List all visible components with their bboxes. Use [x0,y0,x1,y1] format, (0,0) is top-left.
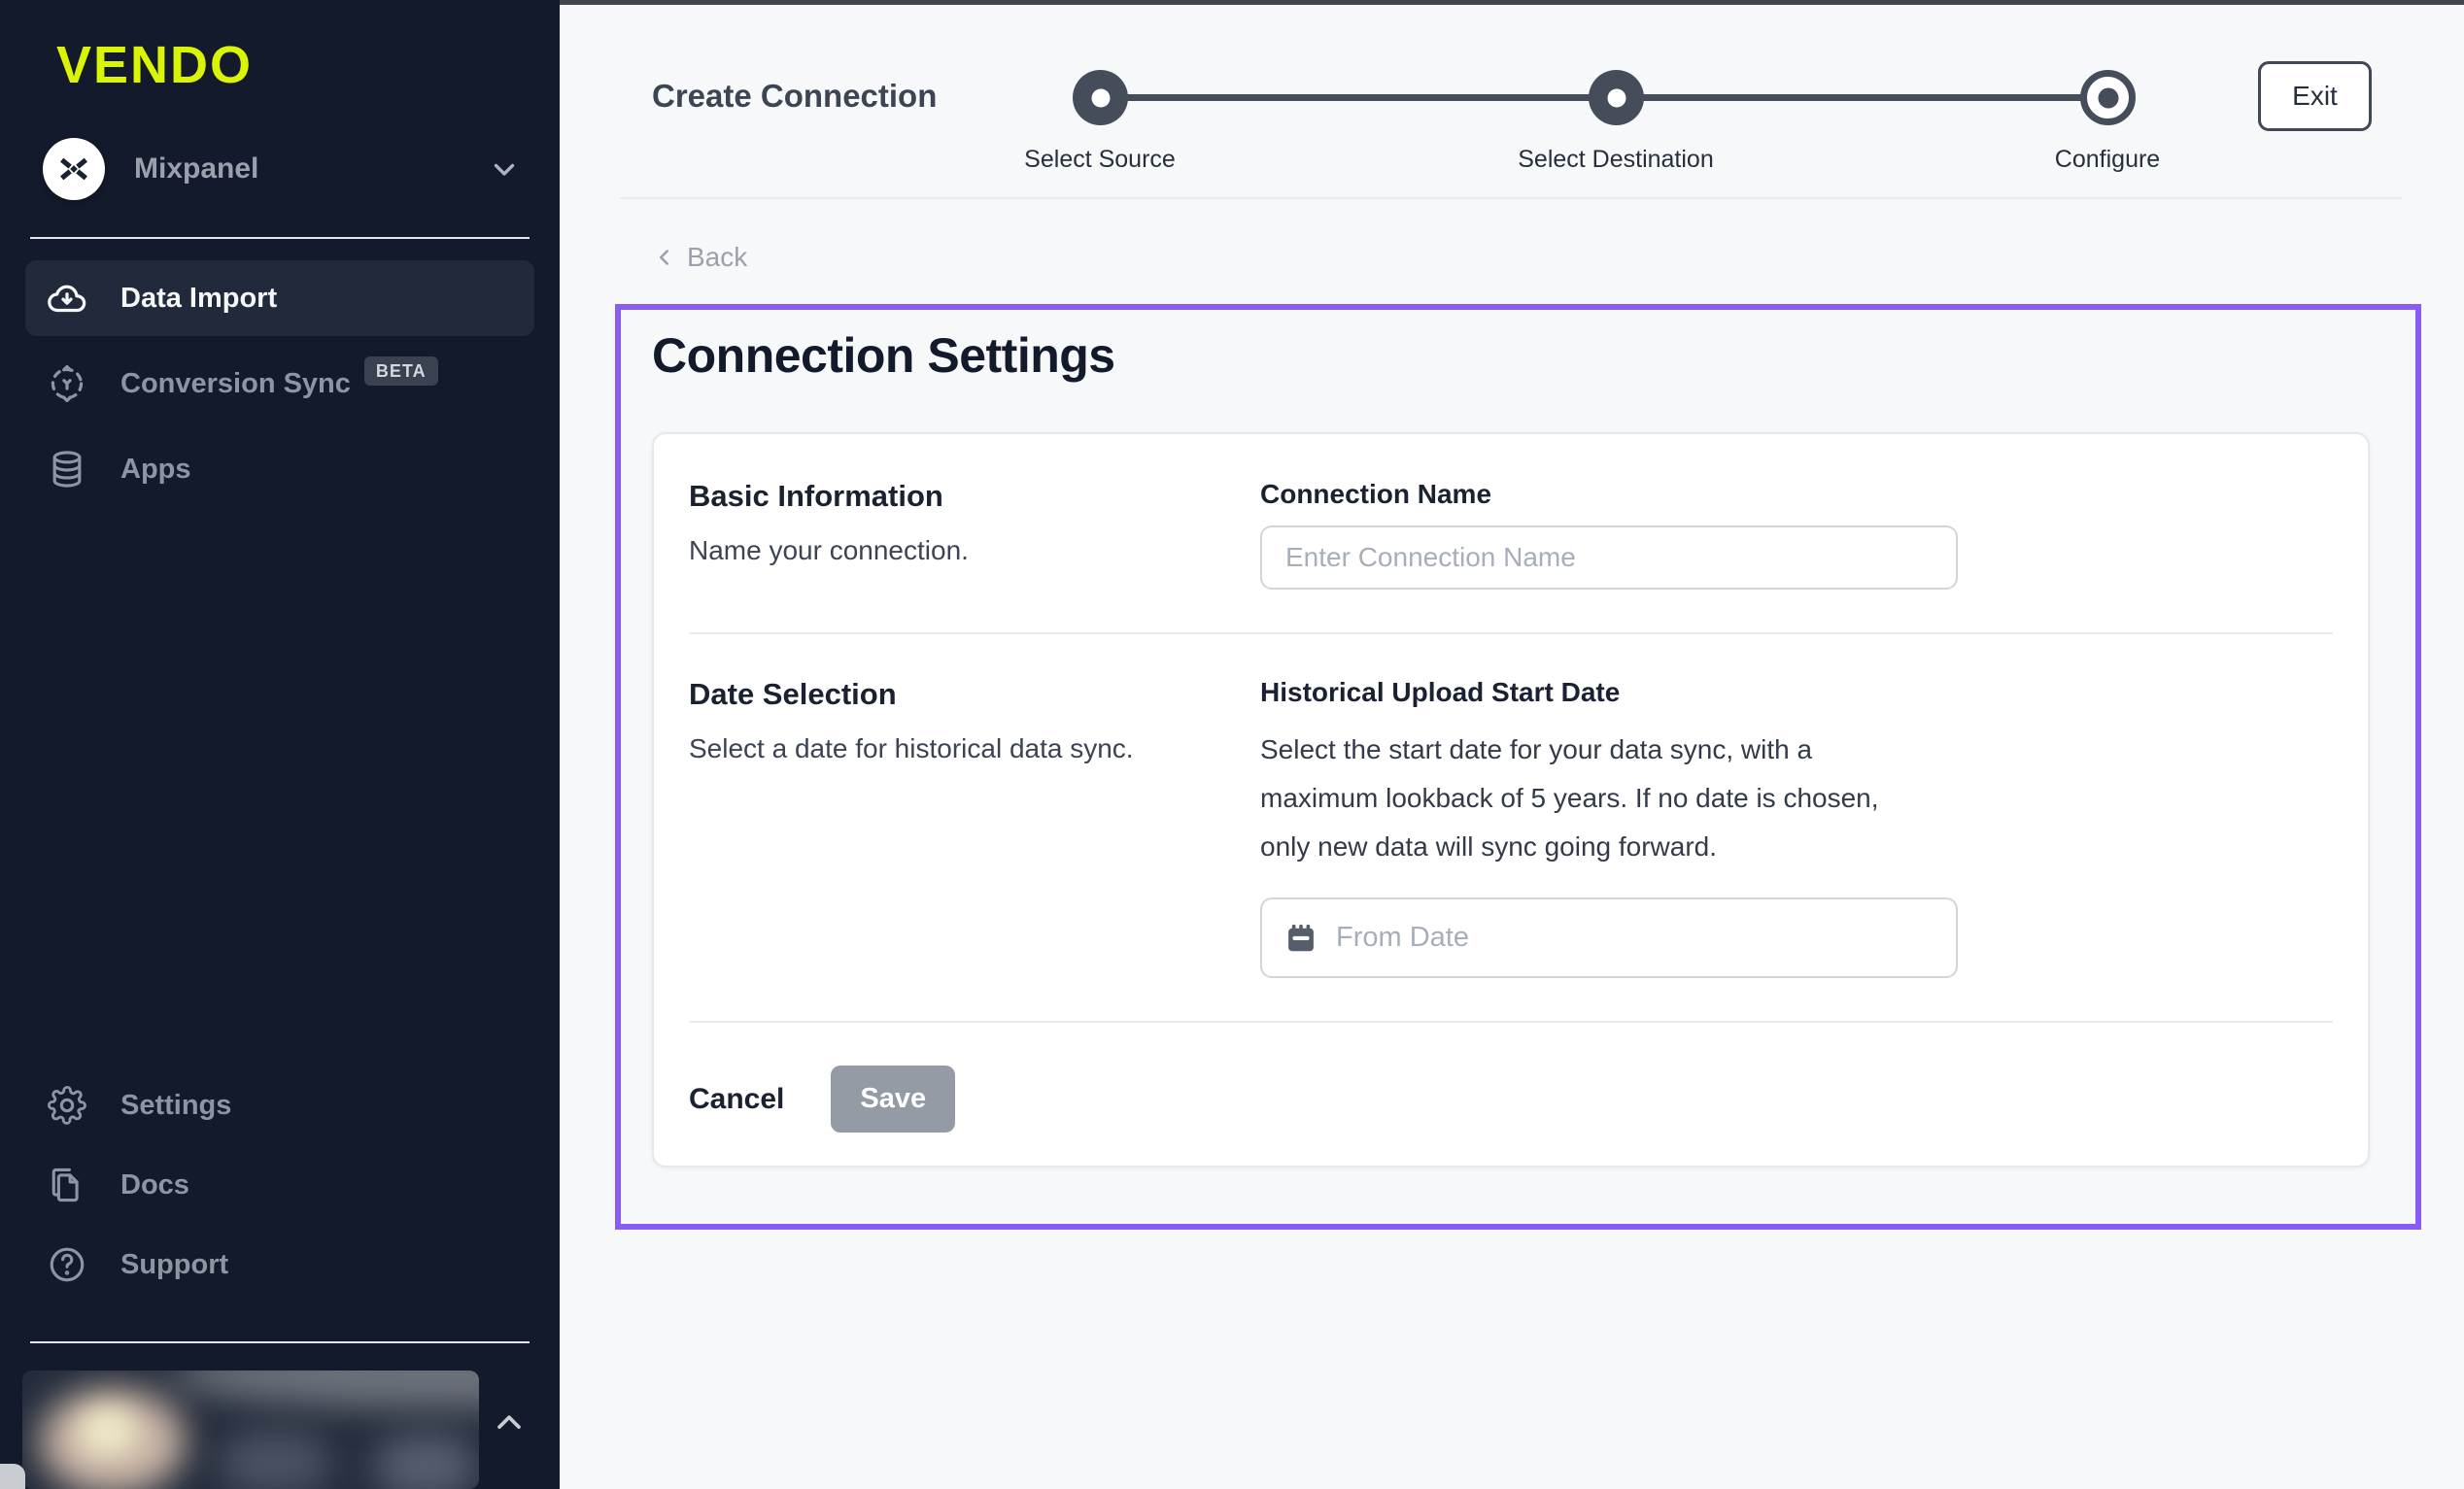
step-label-select-destination: Select Destination [1518,146,1714,174]
from-date-field[interactable] [1260,897,1958,978]
documents-icon [45,1163,89,1207]
create-connection-header: Create Connection Select Source Select D… [560,5,2464,199]
mixpanel-logo-icon [43,138,105,200]
sidebar-spacer [0,507,560,1067]
gear-icon [45,1083,89,1128]
sidebar-item-data-import[interactable]: Data Import [25,260,534,336]
sidebar-footer-nav: Settings Docs [25,1067,534,1303]
start-date-label: Historical Upload Start Date [1260,677,2333,708]
stepper-line-2 [1616,94,2107,101]
chevron-down-icon [488,152,521,186]
vendo-logo: VENDO [56,35,560,95]
user-profile-blurred[interactable] [22,1371,479,1489]
blur-blob [217,1429,333,1489]
exit-button[interactable]: Exit [2258,61,2372,131]
sidebar-item-label: Settings [120,1090,231,1122]
settings-card: Basic Information Name your connection. … [652,432,2370,1168]
calendar-icon [1283,921,1318,956]
cancel-button[interactable]: Cancel [689,1083,784,1116]
main-content: Create Connection Select Source Select D… [560,0,2464,1489]
section-right: Historical Upload Start Date Select the … [1260,677,2333,978]
workspace-switcher[interactable]: Mixpanel [43,138,521,200]
section-heading: Date Selection [689,677,1260,712]
sidebar-nav: Data Import Conversion Sync BETA [25,260,534,507]
stepper-line-1 [1100,94,1616,101]
step-dot-configure[interactable] [2080,70,2136,125]
sidebar-item-label: Support [120,1249,228,1281]
sidebar: VENDO Mixpanel [0,0,560,1489]
section-left: Date Selection Select a date for histori… [689,677,1260,978]
step-label-configure: Configure [2055,146,2160,174]
beta-badge: BETA [364,356,438,386]
sidebar-divider-top [30,237,530,239]
chevron-up-icon[interactable] [490,1404,529,1442]
sidebar-item-label: Docs [120,1169,189,1201]
step-dot-select-source[interactable] [1073,70,1128,125]
corner-decoration [0,1464,25,1489]
section-left: Basic Information Name your connection. [689,479,1260,590]
help-circle-icon [45,1242,89,1287]
section-right: Connection Name [1260,479,2333,590]
divider [689,1021,2333,1023]
blur-blob [168,1371,479,1409]
from-date-input[interactable] [1336,922,1934,954]
sidebar-item-support[interactable]: Support [25,1227,534,1303]
connection-name-label: Connection Name [1260,479,2333,510]
date-selection-section: Date Selection Select a date for histori… [689,677,2333,978]
divider [689,632,2333,634]
sidebar-item-label: Apps [120,454,191,486]
panel-title: Connection Settings [652,327,2415,384]
form-actions: Cancel Save [689,1066,2333,1133]
sidebar-item-settings[interactable]: Settings [25,1067,534,1143]
back-label: Back [687,242,747,273]
basic-information-section: Basic Information Name your connection. … [689,479,2333,590]
sidebar-item-label: Data Import [120,283,277,315]
user-area [0,1363,560,1489]
page-title: Create Connection [652,78,937,115]
start-date-help-text: Select the start date for your data sync… [1260,726,1921,870]
blur-blob [372,1433,479,1489]
section-description: Name your connection. [689,535,1260,566]
section-description: Select a date for historical data sync. [689,733,1260,764]
back-link[interactable]: Back [652,242,747,273]
connection-settings-panel: Connection Settings Basic Information Na… [615,304,2421,1230]
save-button[interactable]: Save [831,1066,955,1133]
workspace-name: Mixpanel [134,152,488,186]
app-screen: VENDO Mixpanel [0,0,2464,1489]
sidebar-item-docs[interactable]: Docs [25,1147,534,1223]
connection-name-input[interactable] [1260,525,1958,590]
step-label-select-source: Select Source [1024,146,1176,174]
blur-blob [79,1407,137,1456]
sidebar-divider-bottom [30,1341,530,1343]
sidebar-item-conversion-sync[interactable]: Conversion Sync BETA [25,346,534,422]
section-heading: Basic Information [689,479,1260,514]
step-dot-select-destination[interactable] [1589,70,1644,125]
sidebar-item-label: Conversion Sync [120,368,351,400]
database-icon [45,447,89,491]
sidebar-item-apps[interactable]: Apps [25,431,534,507]
cloud-download-icon [45,276,89,321]
sync-move-icon [45,361,89,406]
chevron-left-icon [652,245,677,270]
